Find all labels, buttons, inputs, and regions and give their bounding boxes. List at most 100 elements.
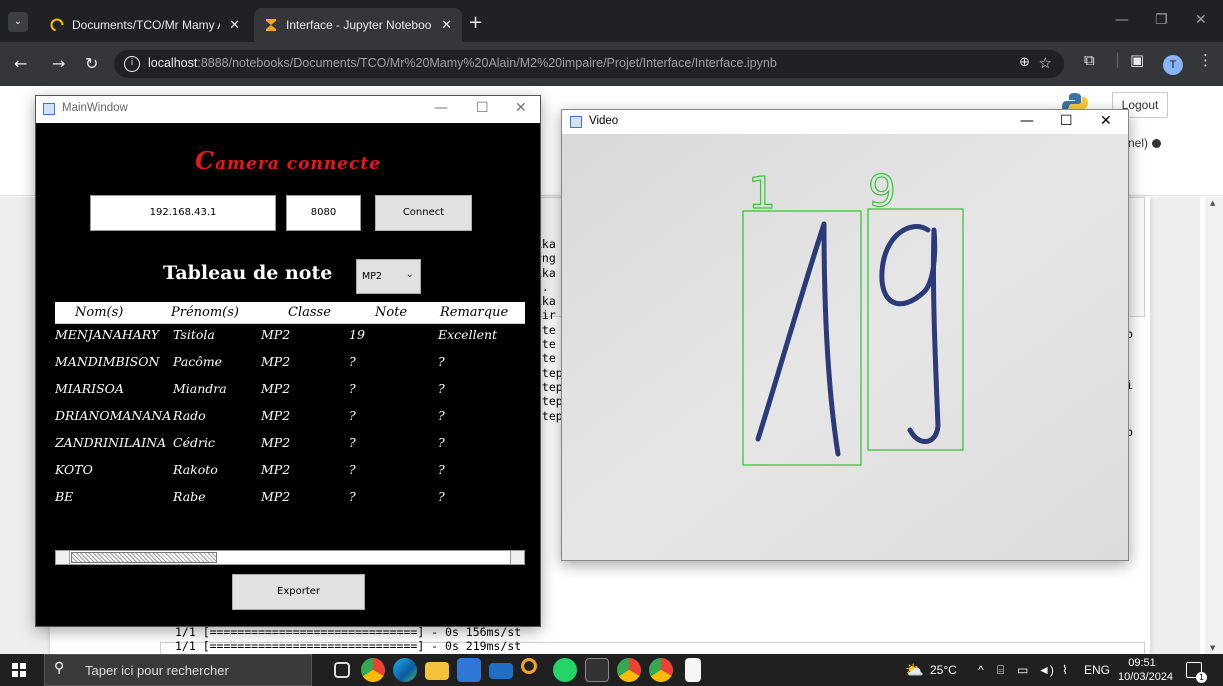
side-panel-icon[interactable]: ▣ xyxy=(1130,51,1144,69)
new-tab-button[interactable]: + xyxy=(468,12,483,33)
column-header[interactable]: Note xyxy=(375,305,407,320)
minimize-icon[interactable]: — xyxy=(1115,12,1129,28)
url-bar[interactable]: i localhost:8888/notebooks/Documents/TCO… xyxy=(114,50,1064,78)
cell-nom: MANDIMBISON xyxy=(55,354,160,369)
store-icon[interactable] xyxy=(457,658,481,682)
close-tab-icon[interactable]: ✕ xyxy=(229,8,240,42)
tab-documents[interactable]: Documents/TCO/Mr Mamy Alai ✕ xyxy=(40,8,250,42)
cell-prenom: Rado xyxy=(173,408,206,423)
mail-icon[interactable] xyxy=(489,658,513,682)
extensions-icon[interactable]: ⧉ xyxy=(1084,51,1095,69)
zoom-icon[interactable]: ⊕ xyxy=(1019,55,1030,70)
whatsapp-icon[interactable] xyxy=(553,658,577,682)
scroll-up-icon[interactable]: ▲ xyxy=(1210,199,1215,207)
maximize-icon[interactable]: ☐ xyxy=(476,100,489,116)
cell-prenom: Rabe xyxy=(173,489,206,504)
connect-button[interactable]: Connect xyxy=(375,195,472,231)
network-icon[interactable]: ⌸ xyxy=(997,663,1004,678)
window-app-icon xyxy=(570,116,582,128)
cell-classe: MP2 xyxy=(261,327,291,342)
table-row[interactable]: ZANDRINILAINA Cédric MP2 ? ? xyxy=(55,435,525,462)
page-scrollbar[interactable]: ▲ ▼ xyxy=(1205,197,1223,686)
reload-icon[interactable]: ↻ xyxy=(85,54,98,73)
taskbar-clock[interactable]: 09:51 10/03/2024 xyxy=(1118,656,1173,684)
table-horizontal-scrollbar[interactable] xyxy=(55,550,525,565)
kernel-status-dot xyxy=(1152,139,1162,149)
scroll-down-icon[interactable]: ▼ xyxy=(1210,644,1215,652)
cell-note: ? xyxy=(349,462,356,477)
notification-icon[interactable]: 1 xyxy=(1186,662,1207,683)
column-header[interactable]: Prénom(s) xyxy=(171,305,239,320)
close-window-icon[interactable]: ✕ xyxy=(1195,12,1207,28)
chrome-profile-icon[interactable] xyxy=(617,658,641,682)
wifi-icon[interactable]: ⌇ xyxy=(1062,663,1068,677)
close-tab-icon[interactable]: ✕ xyxy=(441,8,452,42)
notification-badge: 1 xyxy=(1196,672,1207,683)
show-hidden-icons[interactable]: ^ xyxy=(978,663,984,677)
table-row[interactable]: BE Rabe MP2 ? ? xyxy=(55,489,525,516)
weather-temperature[interactable]: 25°C xyxy=(930,663,957,677)
ip-address-input[interactable]: 192.168.43.1 xyxy=(90,195,276,231)
site-info-icon[interactable]: i xyxy=(124,56,140,72)
table-row[interactable]: DRIANOMANANA Rado MP2 ? ? xyxy=(55,408,525,435)
cell-note: ? xyxy=(349,381,356,396)
export-button[interactable]: Exporter xyxy=(232,574,365,610)
column-header[interactable]: Nom(s) xyxy=(75,305,123,320)
port-input[interactable]: 8080 xyxy=(286,195,361,231)
cell-remarque: ? xyxy=(438,408,445,423)
table-row[interactable]: MANDIMBISON Pacôme MP2 ? ? xyxy=(55,354,525,381)
table-header: Nom(s) Prénom(s) Classe Note Remarque xyxy=(55,302,525,324)
restore-icon[interactable]: ❐ xyxy=(1155,12,1168,28)
scroll-thumb[interactable] xyxy=(71,552,217,563)
scroll-right-icon[interactable] xyxy=(510,551,524,564)
language-indicator[interactable]: ENG xyxy=(1084,663,1110,677)
task-view-icon[interactable] xyxy=(330,658,354,682)
class-select[interactable]: MP2 ⌄ xyxy=(356,259,421,294)
menu-kebab-icon[interactable]: ⋮ xyxy=(1198,51,1213,69)
edge-icon[interactable] xyxy=(393,658,417,682)
tab-jupyter[interactable]: Interface - Jupyter Notebook ✕ xyxy=(254,8,462,42)
volume-icon[interactable]: ◄) xyxy=(1038,663,1054,677)
weather-icon[interactable]: ⛅ xyxy=(905,661,924,679)
scroll-left-icon[interactable] xyxy=(56,551,70,564)
grades-table[interactable]: Nom(s) Prénom(s) Classe Note Remarque ME… xyxy=(55,302,525,565)
taskbar-search[interactable]: ⚲ Taper ici pour rechercher xyxy=(44,654,312,686)
close-icon[interactable]: ✕ xyxy=(1100,113,1112,129)
chrome-icon[interactable] xyxy=(361,658,385,682)
profile-avatar[interactable]: T xyxy=(1163,55,1183,75)
camera-status-label: Camera connecte xyxy=(194,146,382,175)
column-header[interactable]: Remarque xyxy=(440,305,508,320)
back-icon[interactable]: ← xyxy=(14,54,27,73)
progress-output: 1/1 [==============================] - 0… xyxy=(175,625,522,653)
minimize-icon[interactable]: — xyxy=(1020,113,1034,129)
tab-search-button[interactable]: ⌄ xyxy=(8,12,28,32)
cell-nom: DRIANOMANANA xyxy=(55,408,172,423)
cell-nom: MENJANAHARY xyxy=(55,327,160,342)
cell-note: ? xyxy=(349,408,356,423)
video-window-titlebar[interactable]: Video — ☐ ✕ xyxy=(562,110,1128,134)
file-explorer-icon[interactable] xyxy=(425,658,449,682)
close-icon[interactable]: ✕ xyxy=(515,100,527,116)
maximize-icon[interactable]: ☐ xyxy=(1060,113,1073,129)
windows-start-icon[interactable] xyxy=(12,663,26,677)
chevron-down-icon: ⌄ xyxy=(405,269,414,280)
document-icon[interactable] xyxy=(681,658,705,682)
chrome-profile-icon[interactable] xyxy=(649,658,673,682)
browser-tab-strip: ⌄ Documents/TCO/Mr Mamy Alai ✕ Interface… xyxy=(0,0,1223,42)
loading-spinner-icon xyxy=(50,18,64,32)
table-row[interactable]: MIARISOA Miandra MP2 ? ? xyxy=(55,381,525,408)
minimize-icon[interactable]: — xyxy=(434,100,448,116)
tab-title: Interface - Jupyter Notebook xyxy=(286,18,432,32)
toolbar-divider: | xyxy=(1115,50,1121,68)
main-window-titlebar[interactable]: MainWindow — ☐ ✕ xyxy=(36,96,540,123)
bookmark-star-icon[interactable]: ☆ xyxy=(1039,54,1052,72)
search-app-icon[interactable] xyxy=(521,658,545,682)
table-row[interactable]: MENJANAHARY Tsitola MP2 19 Excellent xyxy=(55,327,525,354)
forward-icon[interactable]: → xyxy=(52,54,65,73)
column-header[interactable]: Classe xyxy=(288,305,331,320)
cell-classe: MP2 xyxy=(261,381,291,396)
terminal-icon[interactable] xyxy=(585,658,609,682)
table-row[interactable]: KOTO Rakoto MP2 ? ? xyxy=(55,462,525,489)
cell-classe: MP2 xyxy=(261,435,291,450)
battery-icon[interactable]: ▭ xyxy=(1017,663,1028,677)
